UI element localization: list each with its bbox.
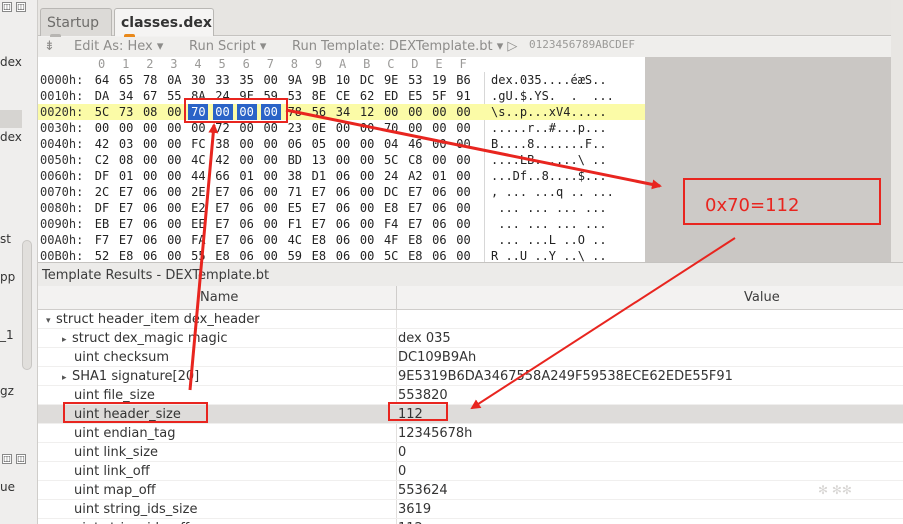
arrow-to-callout: [285, 108, 662, 190]
watermark-logo: ✻ ✻✻: [818, 483, 852, 497]
arrow-to-value: [470, 237, 736, 410]
annotation-arrows: [188, 108, 736, 410]
arrow-to-hex-bytes: [188, 123, 219, 391]
